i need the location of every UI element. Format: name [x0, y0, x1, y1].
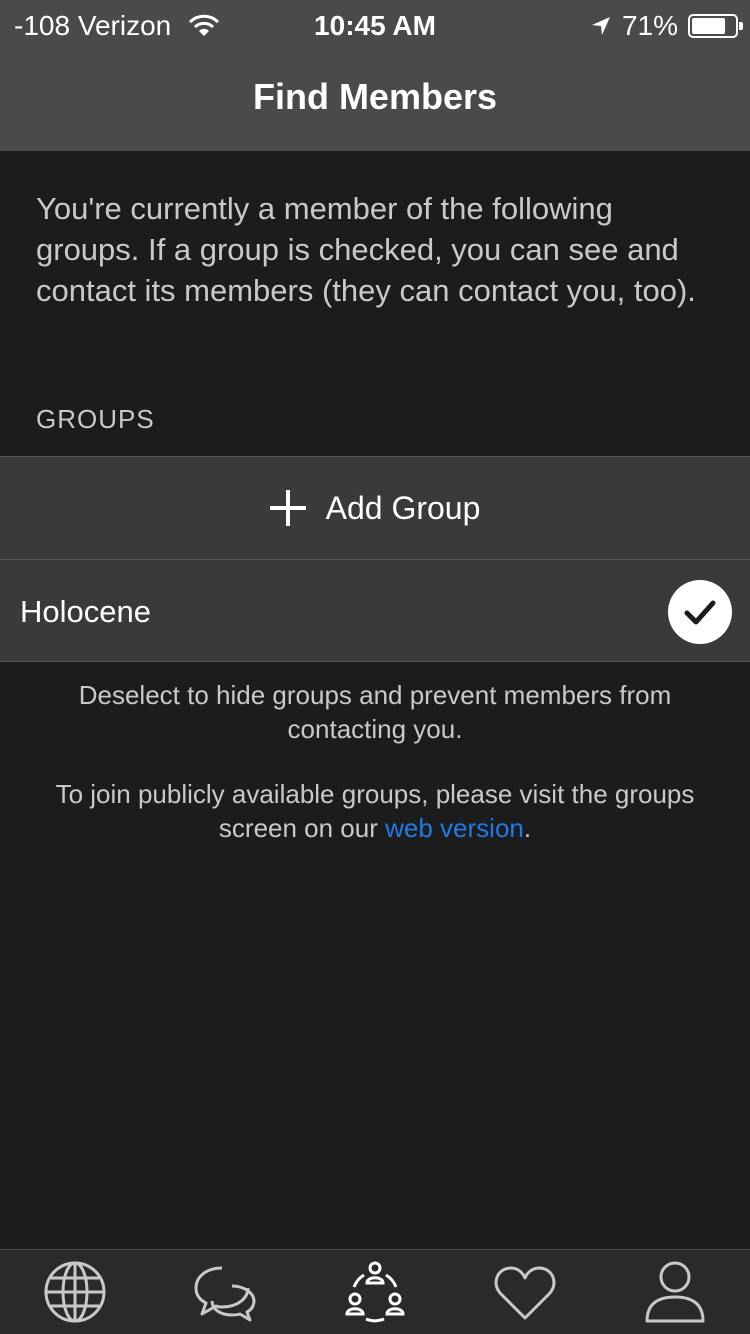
tab-messages[interactable] [190, 1257, 260, 1327]
join-hint-period: . [523, 813, 532, 843]
checkmark-icon [684, 600, 716, 625]
intro-text: You're currently a member of the followi… [36, 191, 696, 308]
tab-explore[interactable] [40, 1257, 110, 1327]
group-network-icon [345, 1261, 405, 1323]
groups-section-header: GROUPS [36, 404, 155, 434]
add-group-button[interactable]: Add Group [0, 456, 750, 559]
heart-icon [494, 1266, 556, 1320]
group-row[interactable]: Holocene [0, 559, 750, 662]
globe-icon [44, 1261, 106, 1323]
tab-groups[interactable] [340, 1257, 410, 1327]
battery-percent: 71% [621, 10, 678, 41]
join-groups-hint: To join publicly available groups, pleas… [40, 777, 710, 845]
find-members-screen: -108 Verizon 10:45 AM 71% Find Members Y… [0, 0, 750, 1334]
page-title: Find Members [252, 76, 498, 117]
status-bar: -108 Verizon 10:45 AM 71% [0, 0, 750, 52]
battery-icon [688, 14, 743, 38]
deselect-hint: Deselect to hide groups and prevent memb… [78, 680, 672, 744]
status-right: 71% [590, 10, 743, 42]
chat-bubbles-icon [194, 1266, 256, 1322]
web-version-link[interactable]: web version [385, 813, 524, 843]
tab-profile[interactable] [640, 1257, 710, 1327]
add-group-label: Add Group [325, 489, 481, 526]
profile-icon [645, 1261, 705, 1323]
tab-favorites[interactable] [490, 1257, 560, 1327]
location-arrow-icon [591, 17, 610, 35]
plus-icon [269, 490, 306, 526]
join-hint-text: To join publicly available groups, pleas… [55, 779, 695, 843]
group-name: Holocene [20, 594, 151, 629]
checkmark-toggle[interactable] [668, 580, 732, 644]
tab-bar [0, 1249, 750, 1334]
top-bar: -108 Verizon 10:45 AM 71% Find Members [0, 0, 750, 151]
